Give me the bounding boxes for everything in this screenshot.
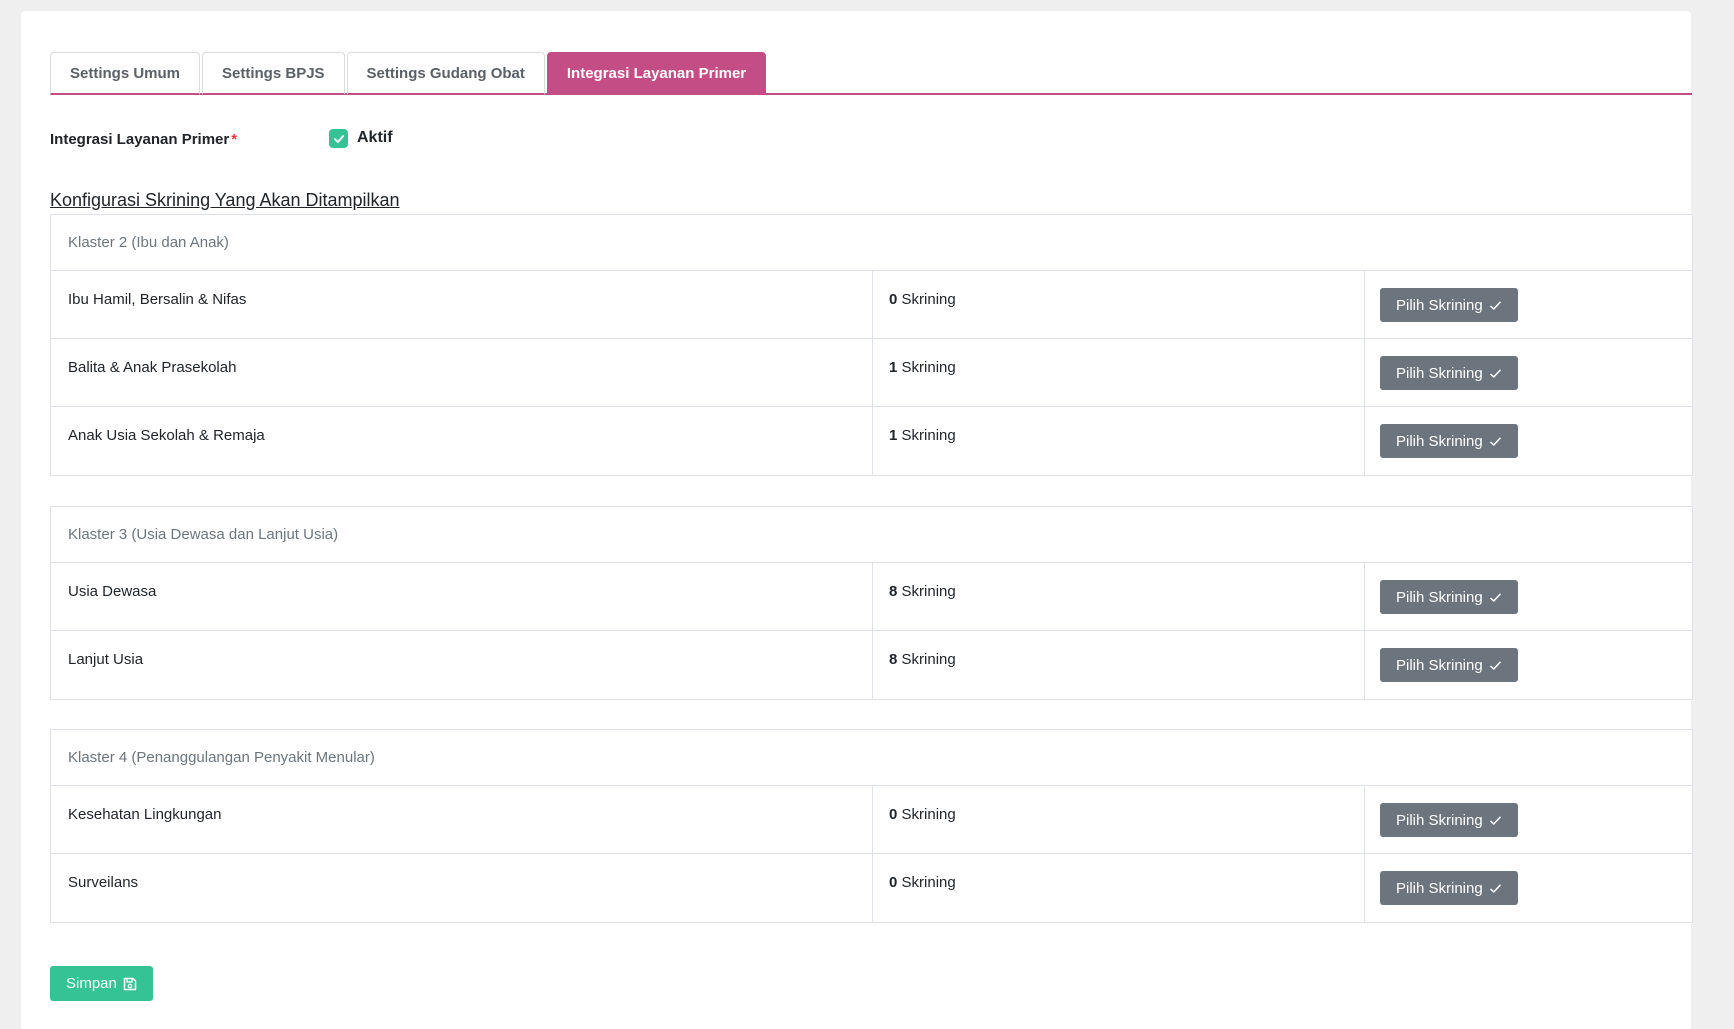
screening-category: Kesehatan Lingkungan	[51, 786, 873, 853]
save-button-label: Simpan	[66, 975, 117, 992]
action-cell: Pilih Skrining	[1365, 271, 1692, 338]
screening-category: Ibu Hamil, Bersalin & Nifas	[51, 271, 873, 338]
count-unit: Skrining	[901, 874, 956, 891]
count-value: 8	[889, 651, 898, 668]
table-row: Anak Usia Sekolah & Remaja 1 Skrining Pi…	[51, 407, 1692, 475]
action-cell: Pilih Skrining	[1365, 854, 1692, 922]
screening-count: 8 Skrining	[873, 631, 1365, 699]
screening-category: Balita & Anak Prasekolah	[51, 339, 873, 406]
screening-count: 1 Skrining	[873, 407, 1365, 475]
check-icon	[1489, 436, 1501, 446]
button-label: Pilih Skrining	[1396, 364, 1483, 382]
screening-category: Usia Dewasa	[51, 563, 873, 630]
button-label: Pilih Skrining	[1396, 432, 1483, 450]
cluster-title: Klaster 3 (Usia Dewasa dan Lanjut Usia)	[51, 507, 1692, 563]
pilih-skrining-button[interactable]: Pilih Skrining	[1380, 648, 1518, 682]
pilih-skrining-button[interactable]: Pilih Skrining	[1380, 288, 1518, 322]
pilih-skrining-button[interactable]: Pilih Skrining	[1380, 803, 1518, 837]
tab-settings-umum[interactable]: Settings Umum	[50, 52, 201, 95]
count-unit: Skrining	[901, 583, 956, 600]
button-label: Pilih Skrining	[1396, 879, 1483, 897]
count-unit: Skrining	[901, 651, 956, 668]
count-unit: Skrining	[901, 806, 956, 823]
integration-label-text: Integrasi Layanan Primer	[50, 131, 230, 148]
table-row: Kesehatan Lingkungan 0 Skrining Pilih Sk…	[51, 786, 1692, 854]
save-icon	[123, 977, 137, 990]
table-row: Lanjut Usia 8 Skrining Pilih Skrining	[51, 631, 1692, 699]
check-icon	[1489, 815, 1501, 825]
count-unit: Skrining	[901, 427, 956, 444]
screening-count: 1 Skrining	[873, 339, 1365, 406]
action-cell: Pilih Skrining	[1365, 339, 1692, 406]
pilih-skrining-button[interactable]: Pilih Skrining	[1380, 871, 1518, 905]
count-value: 0	[889, 291, 898, 308]
settings-card: Settings Umum Settings BPJS Settings Gud…	[21, 11, 1693, 1029]
tab-settings-bpjs[interactable]: Settings BPJS	[202, 52, 345, 95]
count-value: 0	[889, 874, 898, 891]
button-label: Pilih Skrining	[1396, 811, 1483, 829]
action-cell: Pilih Skrining	[1365, 786, 1692, 853]
check-icon	[1489, 883, 1501, 893]
table-row: Balita & Anak Prasekolah 1 Skrining Pili…	[51, 339, 1692, 407]
integration-label: Integrasi Layanan Primer *	[50, 131, 237, 148]
count-value: 1	[889, 427, 898, 444]
settings-tabs: Settings Umum Settings BPJS Settings Gud…	[50, 40, 1692, 95]
count-unit: Skrining	[901, 359, 956, 376]
table-row: Ibu Hamil, Bersalin & Nifas 0 Skrining P…	[51, 271, 1692, 339]
screening-category: Anak Usia Sekolah & Remaja	[51, 407, 873, 475]
cluster-table: Klaster 4 (Penanggulangan Penyakit Menul…	[50, 729, 1693, 923]
cluster-title: Klaster 4 (Penanggulangan Penyakit Menul…	[51, 730, 1692, 786]
pilih-skrining-button[interactable]: Pilih Skrining	[1380, 424, 1518, 458]
count-unit: Skrining	[901, 291, 956, 308]
section-title: Konfigurasi Skrining Yang Akan Ditampilk…	[50, 190, 400, 210]
count-value: 0	[889, 806, 898, 823]
table-row: Surveilans 0 Skrining Pilih Skrining	[51, 854, 1692, 922]
count-value: 1	[889, 359, 898, 376]
screening-count: 8 Skrining	[873, 563, 1365, 630]
pilih-skrining-button[interactable]: Pilih Skrining	[1380, 580, 1518, 614]
action-cell: Pilih Skrining	[1365, 563, 1692, 630]
tab-settings-gudang-obat[interactable]: Settings Gudang Obat	[346, 52, 545, 95]
action-cell: Pilih Skrining	[1365, 631, 1692, 699]
aktif-checkbox-label[interactable]: Aktif	[357, 129, 393, 147]
button-label: Pilih Skrining	[1396, 588, 1483, 606]
check-icon	[1489, 660, 1501, 670]
screening-category: Surveilans	[51, 854, 873, 922]
count-value: 8	[889, 583, 898, 600]
cluster-table: Klaster 2 (Ibu dan Anak) Ibu Hamil, Bers…	[50, 214, 1693, 476]
screening-category: Lanjut Usia	[51, 631, 873, 699]
screening-count: 0 Skrining	[873, 271, 1365, 338]
save-button[interactable]: Simpan	[50, 966, 153, 1001]
screening-count: 0 Skrining	[873, 786, 1365, 853]
aktif-checkbox[interactable]	[329, 129, 348, 148]
check-icon	[1489, 368, 1501, 378]
button-label: Pilih Skrining	[1396, 296, 1483, 314]
cluster-table: Klaster 3 (Usia Dewasa dan Lanjut Usia) …	[50, 506, 1693, 700]
table-row: Usia Dewasa 8 Skrining Pilih Skrining	[51, 563, 1692, 631]
check-icon	[1489, 300, 1501, 310]
tab-integrasi-layanan-primer[interactable]: Integrasi Layanan Primer	[546, 52, 767, 95]
button-label: Pilih Skrining	[1396, 656, 1483, 674]
action-cell: Pilih Skrining	[1365, 407, 1692, 475]
pilih-skrining-button[interactable]: Pilih Skrining	[1380, 356, 1518, 390]
required-mark: *	[231, 131, 238, 148]
check-icon	[1489, 592, 1501, 602]
cluster-title: Klaster 2 (Ibu dan Anak)	[51, 215, 1692, 271]
check-icon	[333, 134, 344, 143]
screening-count: 0 Skrining	[873, 854, 1365, 922]
